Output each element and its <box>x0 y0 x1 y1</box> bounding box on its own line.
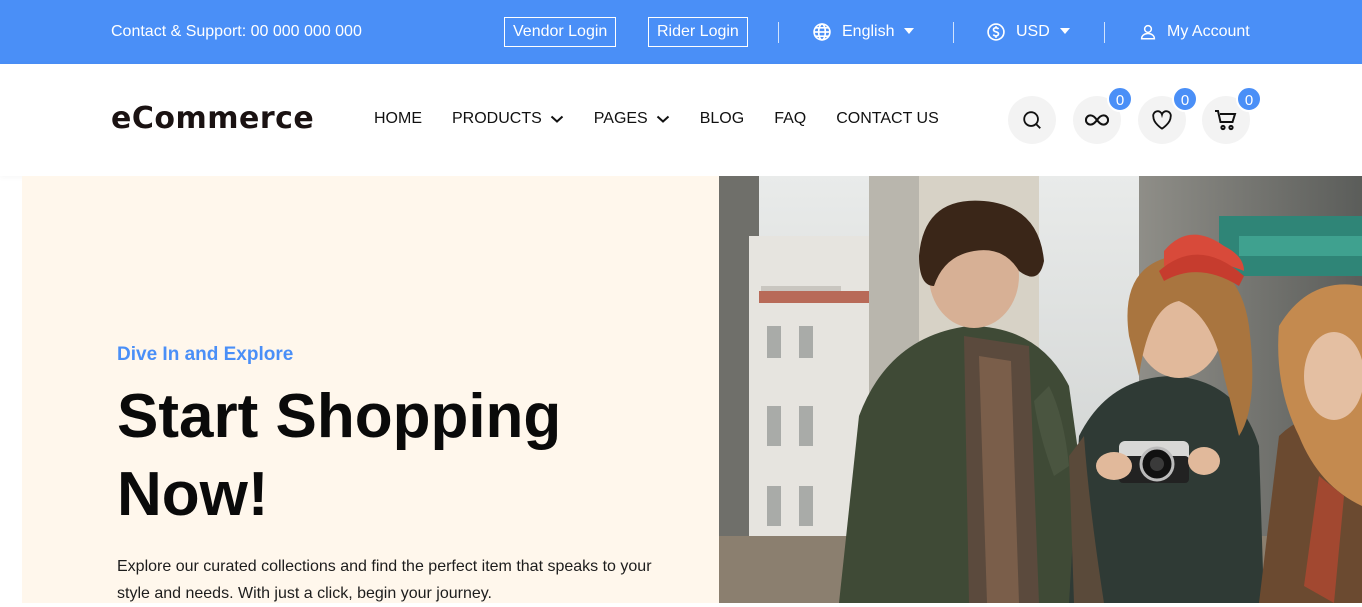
heart-icon <box>1152 110 1172 130</box>
wishlist-count-badge: 0 <box>1172 86 1198 112</box>
hero-image <box>719 176 1362 603</box>
chevron-down-icon <box>550 115 563 123</box>
main-nav: HOME PRODUCTS PAGES BLOG FAQ CONTACT US <box>374 108 969 130</box>
hero-description: Explore our curated collections and find… <box>117 558 652 602</box>
my-account-label: My Account <box>1167 23 1250 40</box>
nav-label: HOME <box>374 110 422 127</box>
compare-button[interactable]: 0 <box>1073 86 1133 144</box>
nav-label: PRODUCTS <box>452 110 542 127</box>
currency-icon <box>987 23 1005 41</box>
my-account-link[interactable]: My Account <box>1139 20 1250 44</box>
nav-contact-us[interactable]: CONTACT US <box>836 108 939 130</box>
nav-faq[interactable]: FAQ <box>774 108 806 130</box>
currency-label: USD <box>1016 23 1050 40</box>
cart-icon <box>1215 110 1237 131</box>
hero-photo-illustration <box>719 176 1362 603</box>
cart-button[interactable]: 0 <box>1202 86 1262 144</box>
infinity-icon <box>1085 114 1109 126</box>
nav-label: FAQ <box>774 110 807 127</box>
rider-login-button[interactable]: Rider Login <box>648 17 748 47</box>
search-icon <box>1023 111 1041 129</box>
language-selector[interactable]: English <box>812 20 915 44</box>
caret-down-icon <box>904 28 915 34</box>
nav-label: PAGES <box>593 110 648 127</box>
language-label: English <box>842 23 895 40</box>
main-header: eCommerce HOME PRODUCTS PAGES BLOG FAQ C… <box>0 64 1362 176</box>
vendor-login-button[interactable]: Vendor Login <box>504 17 617 47</box>
nav-blog[interactable]: BLOG <box>700 108 744 130</box>
hero-headline: Start Shopping Now! <box>117 382 562 529</box>
compare-count-badge: 0 <box>1107 86 1133 112</box>
search-button[interactable] <box>1008 96 1056 144</box>
caret-down-icon <box>1059 28 1070 34</box>
hero-eyebrow: Dive In and Explore <box>117 344 294 365</box>
nav-label: CONTACT US <box>836 110 939 127</box>
nav-label: BLOG <box>699 110 745 127</box>
divider <box>1104 22 1105 43</box>
nav-products[interactable]: PRODUCTS <box>452 108 564 130</box>
site-logo[interactable]: eCommerce <box>111 101 314 136</box>
divider <box>778 22 779 43</box>
support-text: Contact & Support: 00 000 000 000 <box>111 23 362 40</box>
chevron-down-icon <box>656 115 669 123</box>
nav-pages[interactable]: PAGES <box>594 108 670 130</box>
cart-count-badge: 0 <box>1236 86 1262 112</box>
top-bar: Contact & Support: 00 000 000 000 Vendor… <box>0 0 1362 64</box>
currency-selector[interactable]: USD <box>986 20 1070 44</box>
globe-icon <box>813 23 831 41</box>
nav-home[interactable]: HOME <box>374 108 422 130</box>
wishlist-button[interactable]: 0 <box>1138 86 1198 144</box>
user-icon <box>1140 24 1156 40</box>
divider <box>953 22 954 43</box>
